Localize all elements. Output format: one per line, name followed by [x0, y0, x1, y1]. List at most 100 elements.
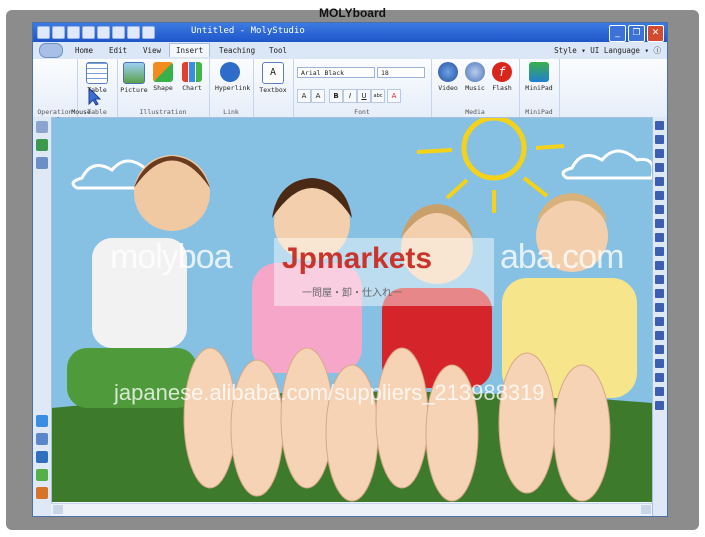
group-minipad: MiniPad MiniPad — [519, 59, 560, 117]
right-tool-icon[interactable] — [655, 331, 664, 340]
title-bar: Untitled - MolyStudio _ ❐ ✕ — [33, 23, 667, 42]
shape-button[interactable]: Shape — [148, 62, 178, 92]
scroll-left-icon[interactable] — [53, 505, 63, 514]
group-label-table: Table — [87, 108, 107, 116]
group-illustration: Picture Shape Chart Illustration — [117, 59, 210, 117]
app-menu-button[interactable] — [39, 43, 63, 58]
group-label-minipad: MiniPad — [525, 108, 553, 116]
style-language-menu[interactable]: Style ▾ UI Language ▾ ⓘ — [554, 45, 661, 56]
save-icon[interactable] — [37, 26, 50, 39]
arrows-icon[interactable] — [36, 469, 48, 481]
right-tool-icon[interactable] — [655, 121, 664, 130]
shrink-font-button[interactable]: A — [311, 89, 325, 103]
flash-button[interactable]: f Flash — [487, 62, 517, 92]
pen-icon[interactable] — [52, 26, 65, 39]
right-tool-icon[interactable] — [655, 247, 664, 256]
page-prev-icon[interactable] — [36, 415, 48, 427]
group-operation: Mouse Mode Operation — [33, 59, 102, 124]
right-tool-icon[interactable] — [655, 177, 664, 186]
music-button[interactable]: Music — [460, 62, 490, 92]
right-tool-icon[interactable] — [655, 191, 664, 200]
right-tool-icon[interactable] — [655, 345, 664, 354]
video-icon — [438, 62, 458, 82]
group-textbox: A Textbox — [253, 59, 294, 117]
right-tool-icon[interactable] — [655, 275, 664, 284]
right-tool-icon[interactable] — [655, 303, 664, 312]
right-tool-icon[interactable] — [655, 233, 664, 242]
right-tool-icon[interactable] — [655, 317, 664, 326]
speaker-icon — [465, 62, 485, 82]
font-size-select[interactable]: 18 — [377, 67, 425, 78]
app-window: Untitled - MolyStudio _ ❐ ✕ Home Edit Vi… — [32, 22, 668, 517]
font-family-select[interactable]: Arial Black — [297, 67, 375, 78]
horizontal-scrollbar[interactable] — [51, 503, 653, 516]
right-tool-icon[interactable] — [655, 219, 664, 228]
right-tool-icon[interactable] — [655, 373, 664, 382]
italic-button[interactable]: I — [343, 89, 357, 103]
copy-icon[interactable] — [127, 26, 140, 39]
right-tool-icon[interactable] — [655, 135, 664, 144]
group-table: Table Table — [77, 59, 118, 117]
right-tool-icon[interactable] — [655, 261, 664, 270]
ribbon: Mouse Mode Operation Table Table Picture… — [33, 59, 667, 124]
right-tool-icon[interactable] — [655, 149, 664, 158]
tab-tool[interactable]: Tool — [263, 44, 293, 57]
restore-button[interactable]: ❐ — [628, 25, 645, 42]
table-icon — [86, 62, 108, 84]
hyperlink-button[interactable]: Hyperlink — [215, 62, 250, 92]
tab-home[interactable]: Home — [69, 44, 99, 57]
quick-access-toolbar — [37, 26, 155, 39]
scroll-right-icon[interactable] — [641, 505, 651, 514]
bold-button[interactable]: B — [329, 89, 343, 103]
hyperlink-icon — [220, 62, 240, 82]
right-tool-icon[interactable] — [655, 359, 664, 368]
folder-icon[interactable] — [36, 157, 48, 169]
right-tool-icon[interactable] — [655, 401, 664, 410]
clock-icon[interactable] — [97, 26, 110, 39]
grow-font-button[interactable]: A — [297, 89, 311, 103]
watermark-brand-left: molyboa — [110, 238, 233, 276]
watermark-url: japanese.alibaba.com/suppliers_213988319 — [114, 380, 545, 405]
ribbon-tabs: Home Edit View Insert Teaching Tool Styl… — [33, 42, 667, 60]
watermark-jp-subtitle: 一問屋・卸・仕入れ一 — [302, 288, 402, 299]
group-label-font: Font — [354, 108, 370, 116]
right-toolbar — [652, 117, 667, 516]
group-font: Arial Black 18 A A B I U abc A Font — [293, 59, 432, 117]
watermark-jp-brand: Jpmarkets — [282, 242, 433, 275]
close-button[interactable]: ✕ — [647, 25, 664, 42]
books-icon[interactable] — [36, 139, 48, 151]
right-tool-icon[interactable] — [655, 387, 664, 396]
document-icon[interactable] — [36, 433, 48, 445]
textbox-button[interactable]: A Textbox — [258, 62, 288, 94]
minipad-button[interactable]: MiniPad — [524, 62, 554, 92]
right-tool-icon[interactable] — [655, 163, 664, 172]
textbox-icon: A — [262, 62, 284, 84]
redo-icon[interactable] — [82, 26, 95, 39]
font-color-button[interactable]: A — [387, 89, 401, 103]
underline-button[interactable]: U — [357, 89, 371, 103]
canvas-image: molyboa aba.com Jpmarkets 一問屋・卸・仕入れ一 jap… — [52, 118, 652, 502]
page-icon[interactable] — [142, 26, 155, 39]
watermark-brand-right: aba.com — [500, 238, 624, 276]
undo-icon[interactable] — [67, 26, 80, 39]
right-tool-icon[interactable] — [655, 205, 664, 214]
minipad-icon — [529, 62, 549, 82]
tab-teaching[interactable]: Teaching — [213, 44, 261, 57]
screen-icon[interactable] — [36, 451, 48, 463]
tab-edit[interactable]: Edit — [103, 44, 133, 57]
right-tool-icon[interactable] — [655, 289, 664, 298]
tab-insert[interactable]: Insert — [169, 43, 211, 57]
picture-button[interactable]: Picture — [119, 62, 149, 94]
tab-view[interactable]: View — [137, 44, 167, 57]
picture-icon — [123, 62, 145, 84]
group-label-media: Media — [465, 108, 485, 116]
shape-icon — [153, 62, 173, 82]
print-icon[interactable] — [112, 26, 125, 39]
grid-icon[interactable] — [36, 121, 48, 133]
strikethrough-button[interactable]: abc — [371, 89, 385, 103]
exit-icon[interactable] — [36, 487, 48, 499]
video-button[interactable]: Video — [433, 62, 463, 92]
minimize-button[interactable]: _ — [609, 25, 626, 42]
table-button[interactable]: Table — [82, 62, 112, 94]
chart-button[interactable]: Chart — [177, 62, 207, 92]
